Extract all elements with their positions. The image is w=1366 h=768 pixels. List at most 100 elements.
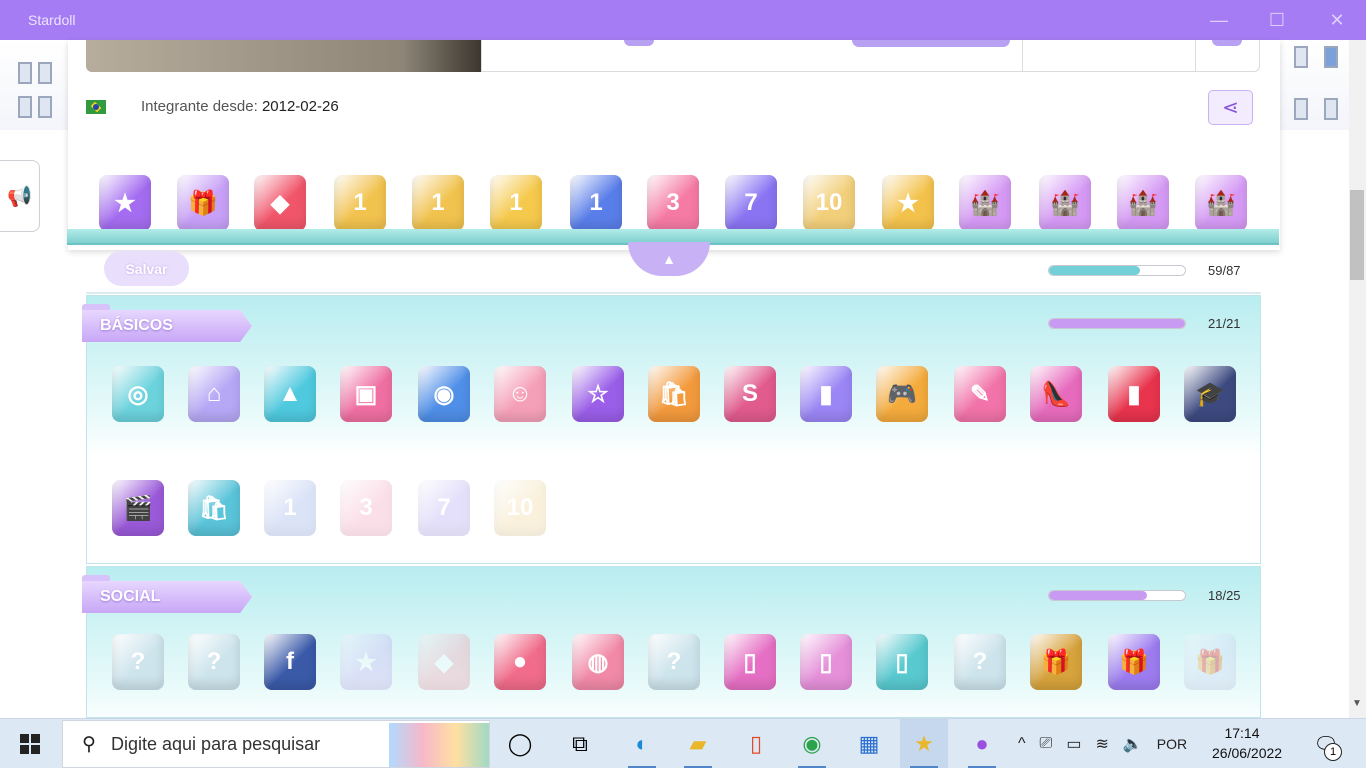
- badge-pink-number-3[interactable]: 3: [643, 168, 703, 238]
- scroll-down-arrow[interactable]: ▼: [1350, 698, 1364, 714]
- window-titlebar[interactable]: Stardoll: [0, 0, 1366, 40]
- badge-glyph: 3: [359, 494, 373, 521]
- badge-mirror[interactable]: ◎: [108, 358, 168, 430]
- badge-gold-gift[interactable]: 🎁: [1026, 626, 1086, 698]
- stardoll-icon[interactable]: ★: [900, 719, 948, 768]
- meet-now-icon[interactable]: ⎚: [1040, 735, 1053, 753]
- taskbar-search[interactable]: ⚲ Digite aqui para pesquisar: [62, 720, 490, 768]
- badge-blue-mountains[interactable]: ▲: [260, 358, 320, 430]
- badge-gift-gem[interactable]: 🎁: [173, 168, 233, 238]
- volume-icon[interactable]: 🔈: [1123, 734, 1143, 754]
- notification-center-button[interactable]: 🗨 1: [1306, 727, 1346, 761]
- office-icon[interactable]: ▯: [732, 719, 780, 768]
- badge-phone-star[interactable]: ★: [336, 626, 396, 698]
- badge-red-crystal[interactable]: ◆: [414, 626, 474, 698]
- cortana-icon[interactable]: ◯: [496, 719, 544, 768]
- badge-gold-number-10[interactable]: 10: [799, 168, 859, 238]
- overall-progress-fill: [1049, 266, 1141, 275]
- save-button[interactable]: Salvar: [104, 251, 189, 286]
- badge-castle-medium[interactable]: 🏰: [1035, 168, 1095, 238]
- badge-purple-number-7[interactable]: 7: [414, 472, 474, 544]
- badge-quill-ink[interactable]: ✎: [950, 358, 1010, 430]
- badge-nail-polish[interactable]: ▮: [1104, 358, 1164, 430]
- wifi-icon[interactable]: ≋: [1095, 734, 1108, 754]
- store-icon[interactable]: ▦: [845, 719, 893, 768]
- scrollbar-thumb[interactable]: [1350, 190, 1364, 280]
- section-label-basicos: BÁSICOS: [82, 310, 252, 342]
- start-button[interactable]: [0, 719, 60, 768]
- battery-icon[interactable]: ▭: [1066, 734, 1081, 754]
- badge-blue-number-1[interactable]: 1: [260, 472, 320, 544]
- badge-phone-star[interactable]: ★: [95, 168, 155, 238]
- badge-purple-star-gem[interactable]: ☆: [568, 358, 628, 430]
- share-button[interactable]: ⋖: [1208, 90, 1253, 125]
- chevron-up-icon[interactable]: ^: [1018, 735, 1026, 753]
- badge-blue-number-1[interactable]: 1: [566, 168, 626, 238]
- language-indicator[interactable]: POR: [1157, 736, 1187, 752]
- badge-pale-gift[interactable]: 🎁: [1180, 626, 1240, 698]
- badge-pink-box[interactable]: ▯: [720, 626, 780, 698]
- badge-shopping-bags[interactable]: 🛍: [184, 472, 244, 544]
- maximize-button[interactable]: ☐: [1254, 0, 1300, 40]
- clock-date: 26/06/2022: [1212, 745, 1283, 761]
- badge-glyph: ?: [130, 648, 146, 675]
- megaphone-button[interactable]: 📢: [0, 160, 40, 232]
- close-button[interactable]: ✕: [1314, 0, 1360, 40]
- badge-photo-frame[interactable]: ▣: [336, 358, 396, 430]
- badge-question-crystal[interactable]: ?: [644, 626, 704, 698]
- badge-question-crystal[interactable]: ?: [108, 626, 168, 698]
- background-buildings-right: [1280, 40, 1350, 130]
- badge-starbazaar-gem[interactable]: S: [720, 358, 780, 430]
- badge-gold-star[interactable]: ★: [878, 168, 938, 238]
- badge-gold-medal-1[interactable]: 1: [408, 168, 468, 238]
- badge-gold-medal-1[interactable]: 1: [330, 168, 390, 238]
- badge-glyph: 1: [431, 189, 445, 216]
- badge-glyph: ☆: [587, 380, 609, 408]
- badge-gold-number-10[interactable]: 10: [490, 472, 550, 544]
- search-highlight-image: [389, 723, 489, 767]
- badge-glyph: 🏰: [1050, 189, 1080, 217]
- badge-question-crystal[interactable]: ?: [184, 626, 244, 698]
- badge-gold-medal-1-large[interactable]: 1: [486, 168, 546, 238]
- badge-game-controller[interactable]: 🎮: [872, 358, 932, 430]
- badge-purple-number-7[interactable]: 7: [721, 168, 781, 238]
- task-view-icon[interactable]: ⧉: [556, 719, 604, 768]
- badge-purple-gift[interactable]: 🎁: [1104, 626, 1164, 698]
- shopping-bags-icon: 🛍: [188, 480, 240, 536]
- badge-crystal-tower[interactable]: ▮: [796, 358, 856, 430]
- minimize-button[interactable]: —: [1196, 0, 1242, 40]
- badge-pink-boxes[interactable]: ▯: [796, 626, 856, 698]
- badge-cupcake[interactable]: ●: [490, 626, 550, 698]
- page-scrollbar[interactable]: [1349, 40, 1366, 718]
- badge-profile-gem[interactable]: ☺: [490, 358, 550, 430]
- camera-icon: ◉: [418, 366, 470, 422]
- badge-cake[interactable]: ◍: [568, 626, 628, 698]
- badge-facebook-gem[interactable]: f: [260, 626, 320, 698]
- brazil-flag-icon: [86, 100, 106, 114]
- share-icon: ⋖: [1222, 97, 1239, 119]
- file-explorer-icon[interactable]: ▰: [674, 719, 722, 768]
- badge-castle-large[interactable]: 🏰: [1113, 168, 1173, 238]
- badge-camera[interactable]: ◉: [414, 358, 474, 430]
- badge-glyph: ▯: [743, 648, 757, 676]
- edge-icon[interactable]: ◐: [618, 719, 666, 768]
- badge-question-crystal[interactable]: ?: [950, 626, 1010, 698]
- pale-gift-icon: 🎁: [1184, 634, 1236, 690]
- badge-shopping-gem[interactable]: 🛍: [644, 358, 704, 430]
- badge-castle-xlarge[interactable]: 🏰: [1191, 168, 1251, 238]
- chrome-icon[interactable]: ◉: [788, 719, 836, 768]
- blue-number-1-icon: 1: [570, 175, 622, 231]
- section-tab-decoration: [82, 304, 110, 310]
- collapse-showcase-button[interactable]: ▲: [628, 242, 710, 276]
- badge-red-crystal[interactable]: ◆: [250, 168, 310, 238]
- badge-clapperboard[interactable]: 🎬: [108, 472, 168, 544]
- firefox-icon[interactable]: ●: [958, 719, 1006, 768]
- badge-house-gem[interactable]: ⌂: [184, 358, 244, 430]
- badge-high-heel[interactable]: 👠: [1026, 358, 1086, 430]
- taskbar-clock[interactable]: 17:14 26/06/2022: [1212, 723, 1283, 763]
- badge-pink-number-3[interactable]: 3: [336, 472, 396, 544]
- badge-glyph: 🛍: [198, 494, 230, 522]
- badge-pink-teal-boxes[interactable]: ▯: [872, 626, 932, 698]
- badge-graduation-cap[interactable]: 🎓: [1180, 358, 1240, 430]
- badge-castle-small[interactable]: 🏰: [955, 168, 1015, 238]
